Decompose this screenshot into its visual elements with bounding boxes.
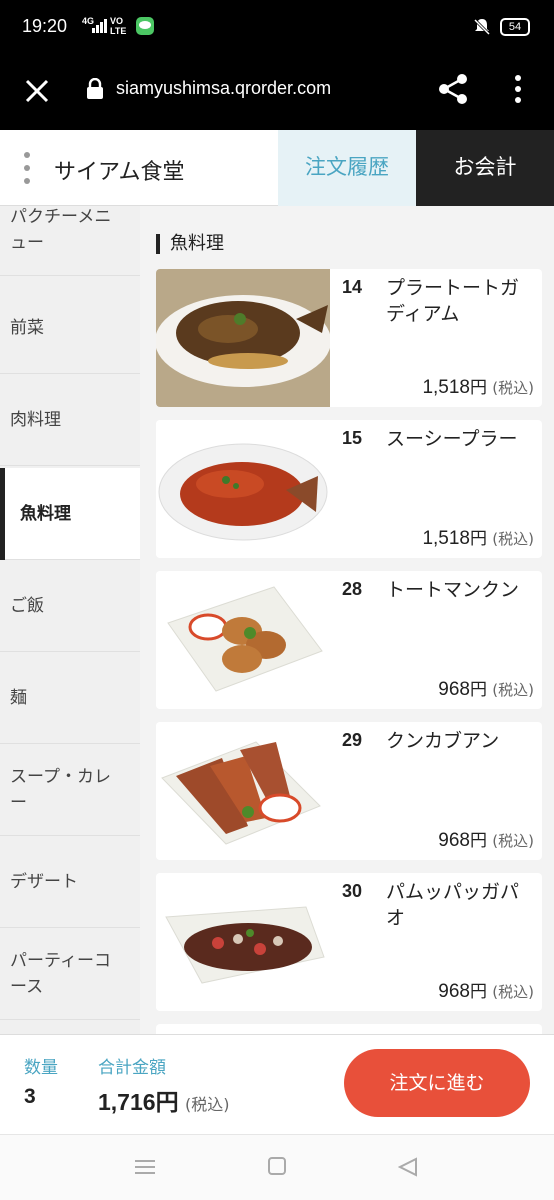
yen-unit: 円 bbox=[470, 982, 487, 1002]
tax-label: (税込) bbox=[492, 832, 534, 850]
section-title: 魚料理 bbox=[156, 234, 224, 254]
menu-list: 魚料理 14 プラートートガディアム 1,518円 (税込) 15 スーシープラ… bbox=[140, 206, 554, 1034]
yen-unit: 円 bbox=[470, 529, 487, 549]
yen-unit: 円 bbox=[470, 680, 487, 700]
volte-label: VO LTE bbox=[110, 16, 127, 36]
menu-item-card[interactable]: 15 スーシープラー 1,518円 (税込) bbox=[156, 420, 542, 558]
item-name: スーシープラー bbox=[386, 428, 518, 450]
sidebar-item-fish[interactable]: 魚料理 bbox=[0, 468, 140, 560]
total-tax-label: (税込) bbox=[184, 1095, 230, 1114]
line-app-icon bbox=[136, 17, 154, 35]
proceed-order-button[interactable]: 注文に進む bbox=[344, 1049, 530, 1117]
item-name: パムッパッガパオ bbox=[386, 881, 520, 929]
quantity-value: 3 bbox=[24, 1085, 36, 1108]
url-text[interactable]: siamyushimsa.qrorder.com bbox=[116, 78, 331, 99]
item-number: 29 bbox=[342, 730, 363, 750]
price-value: 968 bbox=[438, 679, 470, 700]
dish-photo bbox=[156, 873, 330, 1011]
menu-item-card[interactable]: 29 クンカブアン 968円 (税込) bbox=[156, 722, 542, 860]
menu-item-card[interactable]: 30 パムッパッガパオ 968円 (税込) bbox=[156, 873, 542, 1011]
yen-unit: 円 bbox=[470, 378, 487, 398]
browser-bar: siamyushimsa.qrorder.com bbox=[0, 56, 554, 130]
dish-photo bbox=[156, 420, 330, 558]
menu-kebab-icon[interactable] bbox=[22, 152, 32, 184]
item-price: 968円 (税込) bbox=[438, 826, 534, 852]
sidebar-item-dessert[interactable]: デザート bbox=[0, 836, 140, 928]
total-value: 1,716 bbox=[98, 1089, 156, 1115]
mute-icon bbox=[473, 18, 491, 36]
item-number: 14 bbox=[342, 277, 363, 297]
menu-item-card[interactable]: 14 プラートートガディアム 1,518円 (税込) bbox=[156, 269, 542, 407]
sidebar-item-label: パクチーメニュー bbox=[10, 206, 112, 253]
item-name: プラートートガディアム bbox=[386, 277, 520, 325]
app-header: サイアム食堂 注文履歴 お会計 bbox=[0, 130, 554, 206]
item-number: 28 bbox=[342, 579, 363, 599]
battery-icon: 54 bbox=[500, 18, 530, 36]
back-icon[interactable] bbox=[398, 1157, 418, 1177]
price-value: 1,518 bbox=[422, 377, 470, 398]
home-icon[interactable] bbox=[268, 1157, 286, 1175]
sidebar-item-soup-curry[interactable]: スープ・カレー bbox=[0, 744, 140, 836]
sidebar-item-label: ご飯 bbox=[10, 595, 44, 616]
item-number: 30 bbox=[342, 881, 363, 901]
signal-icon bbox=[92, 19, 107, 33]
sidebar-item-meat[interactable]: 肉料理 bbox=[0, 374, 140, 466]
dish-photo bbox=[156, 269, 330, 407]
tax-label: (税込) bbox=[492, 530, 534, 548]
recent-apps-icon[interactable] bbox=[134, 1159, 156, 1175]
tax-label: (税込) bbox=[492, 379, 534, 397]
yen-unit: 円 bbox=[470, 831, 487, 851]
menu-item-card[interactable]: 28 トートマンクン 968円 (税込) bbox=[156, 571, 542, 709]
sidebar-item-rice[interactable]: ご飯 bbox=[0, 560, 140, 652]
sidebar-item-label: デザート bbox=[10, 871, 78, 892]
sidebar-item-noodles[interactable]: 麺 bbox=[0, 652, 140, 744]
order-history-tab[interactable]: 注文履歴 bbox=[278, 130, 416, 206]
item-name: クンカブアン bbox=[386, 730, 500, 752]
category-sidebar: パクチーメニュー 前菜 肉料理 魚料理 ご飯 麺 スープ・カレー デザート パー… bbox=[0, 206, 140, 1034]
sidebar-item-party-course[interactable]: パーティーコース bbox=[0, 928, 140, 1020]
quantity-label: 数量 bbox=[24, 1058, 58, 1078]
item-number: 15 bbox=[342, 428, 363, 448]
sidebar-item-label: 前菜 bbox=[10, 317, 44, 338]
item-price: 968円 (税込) bbox=[438, 675, 534, 701]
tax-label: (税込) bbox=[492, 983, 534, 1001]
checkout-tab[interactable]: お会計 bbox=[416, 130, 554, 206]
dish-photo bbox=[156, 722, 330, 860]
tax-label: (税込) bbox=[492, 681, 534, 699]
sidebar-item-label: 肉料理 bbox=[10, 409, 61, 430]
dish-photo bbox=[156, 571, 330, 709]
sidebar-item-label: スープ・カレー bbox=[10, 766, 111, 813]
price-value: 968 bbox=[438, 981, 470, 1002]
total-yen: 円 bbox=[155, 1089, 179, 1115]
item-name: トートマンクン bbox=[386, 579, 520, 601]
item-price: 1,518円 (税込) bbox=[422, 524, 534, 550]
lock-icon bbox=[87, 78, 103, 99]
price-value: 1,518 bbox=[422, 528, 470, 549]
more-vert-icon[interactable] bbox=[506, 72, 530, 106]
price-value: 968 bbox=[438, 830, 470, 851]
sidebar-item-label: 魚料理 bbox=[20, 503, 71, 524]
shop-name: サイアム食堂 bbox=[54, 160, 185, 185]
menu-item-card[interactable] bbox=[156, 1024, 542, 1034]
status-bar: 19:20 4G VO LTE 54 bbox=[0, 0, 554, 56]
close-icon[interactable] bbox=[22, 76, 52, 106]
sidebar-item-label: パーティーコース bbox=[10, 950, 111, 997]
item-price: 1,518円 (税込) bbox=[422, 373, 534, 399]
status-time: 19:20 bbox=[22, 16, 68, 36]
system-nav-bar bbox=[0, 1134, 554, 1200]
share-icon[interactable] bbox=[436, 72, 470, 106]
sidebar-item-pakuchi[interactable]: パクチーメニュー bbox=[0, 206, 140, 276]
total-label: 合計金額 bbox=[98, 1058, 166, 1078]
item-price: 968円 (税込) bbox=[438, 977, 534, 1003]
sidebar-item-label: 麺 bbox=[10, 687, 27, 708]
total-amount: 1,716円 (税込) bbox=[98, 1083, 229, 1117]
sidebar-item-zensai[interactable]: 前菜 bbox=[0, 282, 140, 374]
order-summary-footer: 数量 3 合計金額 1,716円 (税込) 注文に進む bbox=[0, 1034, 554, 1134]
